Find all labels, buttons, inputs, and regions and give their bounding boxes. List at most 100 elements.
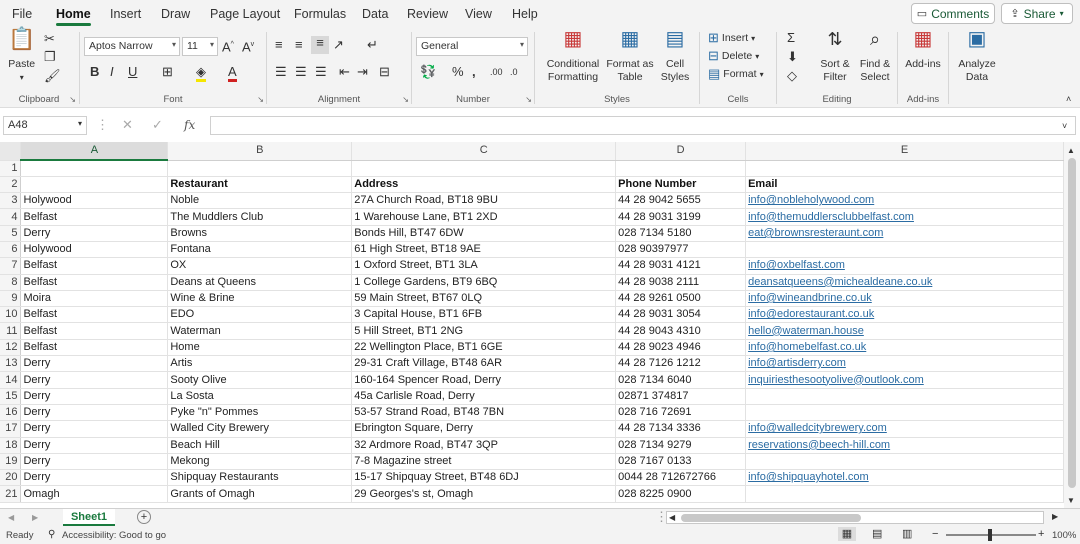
cell-e[interactable]	[745, 485, 1064, 503]
cell-c[interactable]: 1 Oxford Street, BT1 3LA	[351, 257, 617, 275]
cell-e[interactable]	[745, 160, 1064, 177]
row-header[interactable]: 13	[0, 355, 22, 373]
conditional-formatting-button[interactable]: ▦ Conditional Formatting	[541, 29, 605, 84]
cell-a[interactable]: Holywood	[20, 241, 169, 259]
cell-c[interactable]: 59 Main Street, BT67 0LQ	[351, 290, 617, 308]
row-header[interactable]: 21	[0, 485, 22, 503]
cell-styles-button[interactable]: ▤ Cell Styles	[655, 29, 695, 84]
cell-d[interactable]: Phone Number	[615, 176, 747, 194]
tab-review[interactable]: Review	[407, 7, 448, 21]
column-header[interactable]: D	[615, 142, 747, 161]
align-right-icon[interactable]: ☰	[315, 65, 327, 79]
sheet-tab-sheet1[interactable]: Sheet1	[63, 509, 115, 526]
add-sheet-icon[interactable]: +	[137, 510, 151, 524]
increase-decimal-icon[interactable]: .00	[490, 65, 503, 79]
cell-b[interactable]: Deans at Queens	[167, 274, 353, 291]
cell-c[interactable]: 160-164 Spencer Road, Derry	[351, 371, 617, 389]
normal-view-icon[interactable]: ▦	[838, 527, 856, 541]
cell-e[interactable]: deansatqueens@michealdeane.co.uk	[745, 274, 1064, 291]
zoom-slider-thumb[interactable]	[988, 529, 992, 541]
cell-d[interactable]: 02871 374817	[615, 388, 747, 405]
format-cells-button[interactable]: ▤ Format ▾	[708, 67, 764, 81]
zoom-out-icon[interactable]: −	[932, 527, 938, 541]
zoom-slider[interactable]	[946, 529, 1036, 541]
cell-d[interactable]: 44 28 9261 0500	[615, 290, 747, 308]
cell-b[interactable]	[167, 160, 353, 177]
cell-b[interactable]: Artis	[167, 355, 353, 373]
column-header[interactable]: A	[20, 142, 169, 161]
scroll-right-icon[interactable]: ▶	[1052, 510, 1058, 524]
cell-e[interactable]: inquiriesthesootyolive@outlook.com	[745, 371, 1064, 389]
row-header[interactable]: 11	[0, 322, 22, 340]
row-header[interactable]: 15	[0, 388, 22, 405]
number-launcher-icon[interactable]: ↘	[525, 95, 532, 104]
orientation-icon[interactable]: ↗	[333, 38, 344, 52]
cell-e[interactable]: info@walledcitybrewery.com	[745, 420, 1064, 438]
zoom-level[interactable]: 100%	[1052, 530, 1076, 541]
cell-a[interactable]: Belfast	[20, 208, 169, 226]
cell-d[interactable]: 028 7167 0133	[615, 453, 747, 471]
clipboard-launcher-icon[interactable]: ↘	[69, 95, 76, 104]
cell-c[interactable]: 5 Hill Street, BT1 2NG	[351, 322, 617, 340]
cell-a[interactable]: Derry	[20, 404, 169, 422]
insert-function-icon[interactable]: fx	[184, 118, 195, 132]
cell-c[interactable]: 53-57 Strand Road, BT48 7BN	[351, 404, 617, 422]
cell-d[interactable]: 44 28 9023 4946	[615, 339, 747, 357]
cell-a[interactable]: Derry	[20, 469, 169, 487]
tab-view[interactable]: View	[465, 7, 492, 21]
comma-style-icon[interactable]: ,	[472, 65, 476, 79]
enter-icon[interactable]: ✓	[152, 118, 163, 132]
cell-c[interactable]: Ebrington Square, Derry	[351, 420, 617, 438]
column-header[interactable]: B	[167, 142, 353, 161]
cell-e[interactable]: info@artisderry.com	[745, 355, 1064, 373]
row-header[interactable]: 6	[0, 241, 22, 259]
cell-a[interactable]: Derry	[20, 453, 169, 471]
row-header[interactable]: 18	[0, 437, 22, 454]
cell-e[interactable]: info@wineandbrine.co.uk	[745, 290, 1064, 308]
cell-d[interactable]: 44 28 9043 4310	[615, 322, 747, 340]
cell-b[interactable]: Restaurant	[167, 176, 353, 194]
cell-e[interactable]: info@shipquayhotel.com	[745, 469, 1064, 487]
cell-d[interactable]: 44 28 9042 5655	[615, 192, 747, 210]
borders-icon[interactable]: ⊞	[162, 65, 173, 79]
row-header[interactable]: 14	[0, 371, 22, 389]
prev-sheet-icon[interactable]: ◀	[8, 511, 14, 525]
cell-b[interactable]: Wine & Brine	[167, 290, 353, 308]
cell-c[interactable]: 1 College Gardens, BT9 6BQ	[351, 274, 617, 291]
decrease-decimal-icon[interactable]: .0	[510, 65, 518, 79]
font-size-select[interactable]: 11 ▾	[182, 37, 218, 56]
cell-c[interactable]: 15-17 Shipquay Street, BT48 6DJ	[351, 469, 617, 487]
cell-b[interactable]: Walled City Brewery	[167, 420, 353, 438]
next-sheet-icon[interactable]: ▶	[32, 511, 38, 525]
delete-cells-button[interactable]: ⊟ Delete ▾	[708, 49, 759, 63]
align-middle-icon[interactable]: ≡	[295, 38, 303, 52]
currency-icon[interactable]: 💱	[420, 65, 436, 79]
formula-input[interactable]	[210, 116, 1076, 135]
cell-b[interactable]: EDO	[167, 306, 353, 324]
cell-c[interactable]: 32 Ardmore Road, BT47 3QP	[351, 437, 617, 454]
row-header[interactable]: 4	[0, 208, 22, 226]
tab-file[interactable]: File	[12, 7, 32, 21]
cell-c[interactable]: 27A Church Road, BT18 9BU	[351, 192, 617, 210]
decrease-font-icon[interactable]: Av	[242, 38, 254, 54]
zoom-in-icon[interactable]: +	[1038, 527, 1044, 541]
format-painter-icon[interactable]: 🖌	[44, 69, 61, 83]
cell-d[interactable]: 028 7134 5180	[615, 225, 747, 242]
scroll-down-icon[interactable]: ▼	[1067, 494, 1075, 508]
cut-icon[interactable]: ✂	[44, 32, 55, 46]
increase-font-icon[interactable]: A^	[222, 38, 234, 54]
row-header[interactable]: 1	[0, 160, 22, 177]
cell-e[interactable]	[745, 388, 1064, 405]
accessibility-status[interactable]: Accessibility: Good to go	[62, 530, 166, 541]
autosum-icon[interactable]: Σ	[787, 31, 795, 45]
cell-e[interactable]: Email	[745, 176, 1064, 194]
fill-color-icon[interactable]: ◈	[196, 65, 206, 82]
share-button[interactable]: ⇪ Share ▾	[1001, 3, 1073, 24]
row-header[interactable]: 17	[0, 420, 22, 438]
row-header[interactable]: 7	[0, 257, 22, 275]
cell-b[interactable]: Pyke "n" Pommes	[167, 404, 353, 422]
cell-e[interactable]	[745, 241, 1064, 259]
tab-formulas[interactable]: Formulas	[294, 7, 346, 21]
cell-a[interactable]: Derry	[20, 388, 169, 405]
row-header[interactable]: 8	[0, 274, 22, 291]
